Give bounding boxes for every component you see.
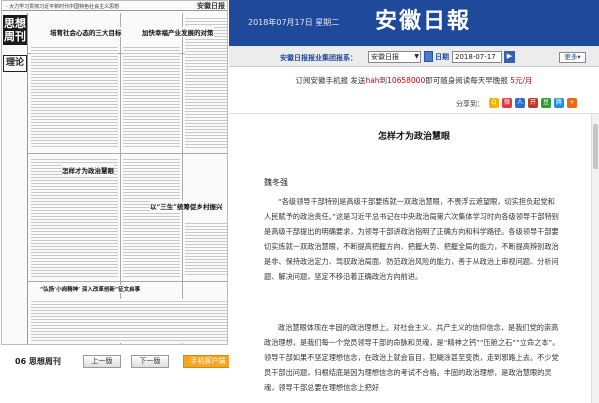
promo-number: 10658000 [387, 76, 426, 85]
tencent-weibo-icon[interactable]: 腾 [554, 98, 564, 108]
next-page-button[interactable]: 下一版 [131, 355, 169, 368]
masthead-logo: 安徽日报 [197, 1, 225, 10]
article-text-block[interactable] [123, 157, 180, 277]
newspaper-page-image[interactable]: · 大力学习贯彻习近平新时代中国特色社会主义思想 安徽日报 思想周刊 理论 培育… [1, 0, 228, 345]
toolbar: 安徽日报报业集团报系： 安徽日报 ▼ 日期 2018-07-17 ▶ 更多▾ [229, 46, 599, 67]
side-title: 思想周刊 [3, 15, 27, 45]
article-text-block[interactable] [31, 157, 118, 277]
subscription-promo[interactable]: 订阅安徽手机报 发送hah到10658000即可随身阅读每天早晚报 5元/月 [229, 75, 599, 87]
column-divider [182, 13, 183, 344]
article-text-block[interactable] [123, 45, 180, 149]
site-logo[interactable]: 安徽日報 [375, 3, 471, 35]
headline-4[interactable]: 以“三生”统筹促乡村振兴 [150, 201, 223, 211]
headline-5[interactable]: “弘扬‘小岗精神’ 深入改革创新”征文启事 [40, 285, 141, 293]
weibo-icon[interactable]: 微 [502, 98, 512, 108]
more-share-icon[interactable]: + [567, 98, 577, 108]
promo-keyword: hah [365, 76, 380, 85]
headline-1[interactable]: 培育社会心态的三大目标 [50, 27, 122, 37]
qzone-icon[interactable]: Q [489, 98, 499, 108]
group-papers-link[interactable]: 安徽日报报业集团报系： [280, 53, 357, 63]
article-panel: 2018年07月17日 星期二 安徽日報 安徽日报报业集团报系： 安徽日报 ▼ … [229, 0, 599, 403]
side-column: 思想周刊 理论 [2, 13, 28, 344]
row-divider [28, 153, 227, 154]
date-label: 日期 [435, 53, 449, 61]
article-author: 魏冬强 [264, 178, 288, 187]
share-label: 分享到： [456, 100, 484, 108]
paper-select[interactable]: 安徽日报 ▼ [368, 51, 421, 63]
article-body: 怎样才为政治慧眼 魏冬强 “各级领导干部特别是高级干部要炼就一双政治慧眼，不畏浮… [229, 114, 599, 403]
share-bar: 分享到： Q 微 人 开 豆 腾 + [229, 96, 599, 110]
date-input[interactable]: 2018-07-17 [452, 51, 502, 63]
renren-icon[interactable]: 人 [515, 98, 525, 108]
scrollbar[interactable] [591, 114, 599, 403]
article-title: 怎样才为政治慧眼 [377, 132, 450, 142]
scrollbar-thumb[interactable] [593, 124, 598, 169]
side-title-theory: 理论 [3, 55, 27, 72]
headline-2[interactable]: 加快幸福产业发展的对策 [142, 27, 214, 37]
promo-prefix: 订阅安徽手机报 发送 [295, 76, 366, 85]
douban-icon[interactable]: 豆 [541, 98, 551, 108]
article-text-block[interactable] [31, 45, 118, 149]
mobile-app-button[interactable]: 手机客户端 [183, 355, 233, 368]
column-divider [120, 13, 121, 344]
promo-mid: 到 [379, 76, 388, 85]
header-date: 2018年07月17日 星期二 [248, 18, 340, 27]
masthead-strip: · 大力学习贯彻习近平新时代中国特色社会主义思想 安徽日报 [2, 1, 227, 11]
newspaper-page-panel: · 大力学习贯彻习近平新时代中国特色社会主义思想 安徽日报 思想周刊 理论 培育… [0, 0, 229, 403]
article-text-block[interactable] [31, 299, 227, 343]
row-divider [28, 281, 227, 282]
go-button[interactable]: ▶ [504, 51, 515, 63]
promo-price: 5元/月 [510, 76, 533, 85]
kaixin-icon[interactable]: 开 [528, 98, 538, 108]
article-paragraph: 政治慧眼体现在丰固的政治理想上。对社会主义、共产主义的信仰信念，是我们党的崇高政… [264, 323, 560, 392]
promo-suffix: 即可随身阅读每天早晚报 [425, 76, 511, 85]
more-button[interactable]: 更多▾ [559, 52, 586, 63]
headline-3[interactable]: 怎样才为政治慧眼 [62, 165, 114, 175]
article-text-block[interactable] [185, 221, 227, 277]
calendar-icon[interactable] [424, 51, 433, 62]
page-label: 06 思想周刊 [15, 357, 61, 366]
paper-select-value: 安徽日报 [371, 53, 399, 61]
chevron-down-icon: ▼ [414, 53, 419, 60]
masthead-strip-text: · 大力学习贯彻习近平新时代中国特色社会主义思想 [6, 4, 120, 10]
site-header: 2018年07月17日 星期二 安徽日報 [229, 0, 599, 46]
prev-page-button[interactable]: 上一版 [83, 355, 121, 368]
article-paragraph: “各级领导干部特别是高级干部要炼就一双政治慧眼，不畏浮云遮望眼，切实担负起党和人… [264, 197, 559, 281]
